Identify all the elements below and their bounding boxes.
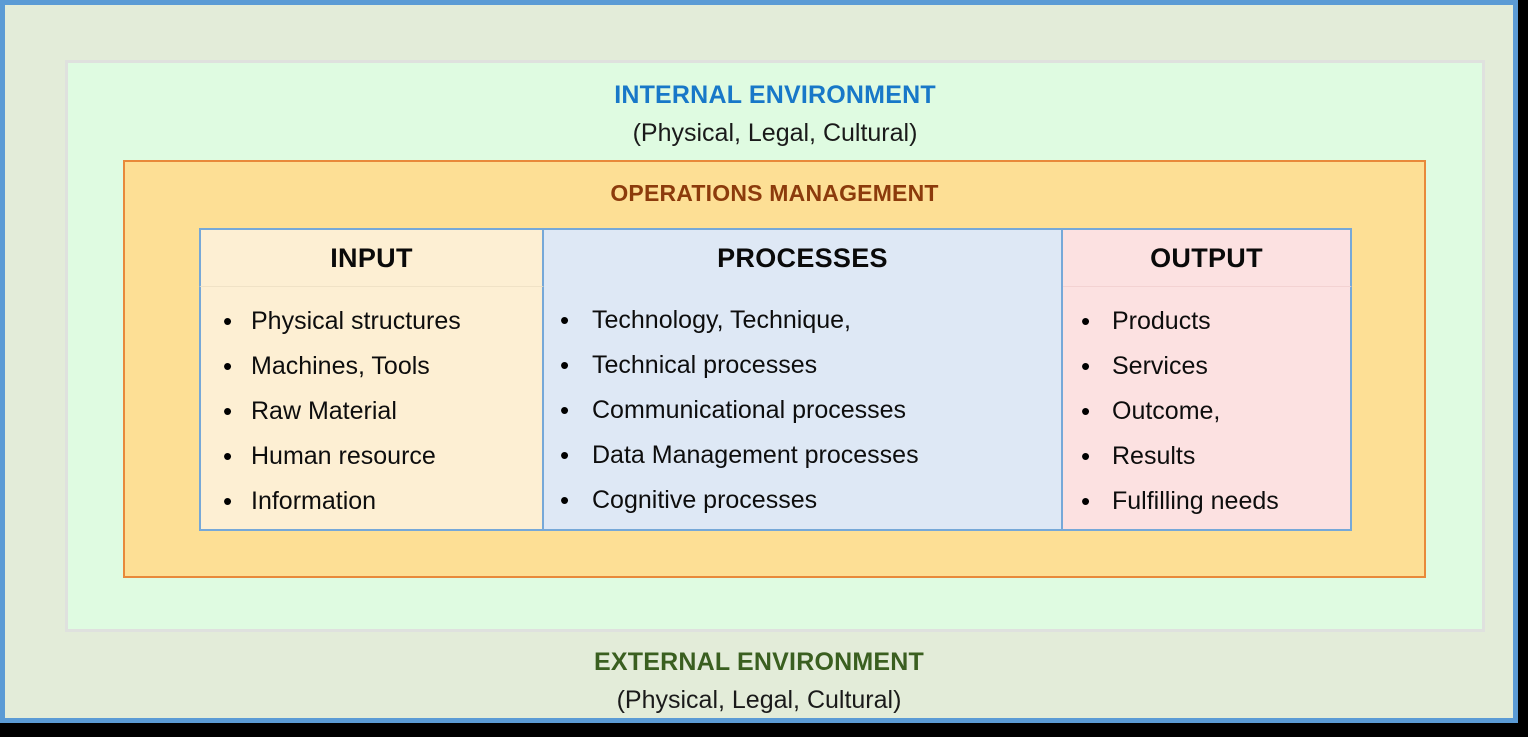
column-header-output: OUTPUT xyxy=(1063,228,1352,286)
column-body-processes: Technology, Technique, Technical process… xyxy=(544,286,1063,531)
column-header-input: INPUT xyxy=(199,228,544,286)
list-item: Outcome, xyxy=(1063,389,1350,434)
output-list: Products Services Outcome, Results Fulfi… xyxy=(1063,299,1350,524)
operations-management-box: OPERATIONS MANAGEMENT INPUT Physical str… xyxy=(123,160,1426,578)
external-environment-title: EXTERNAL ENVIRONMENT xyxy=(594,648,924,676)
list-item: Cognitive processes xyxy=(544,478,1061,523)
column-input: INPUT Physical structures Machines, Tool… xyxy=(199,228,544,531)
external-environment-subtitle: (Physical, Legal, Cultural) xyxy=(616,685,902,714)
internal-environment-title: INTERNAL ENVIRONMENT xyxy=(614,81,936,109)
processes-list: Technology, Technique, Technical process… xyxy=(544,298,1061,523)
column-header-processes: PROCESSES xyxy=(544,228,1063,286)
external-environment-footer: EXTERNAL ENVIRONMENT (Physical, Legal, C… xyxy=(5,639,1513,714)
list-item: Technical processes xyxy=(544,343,1061,388)
list-item: Services xyxy=(1063,344,1350,389)
external-environment-frame: INTERNAL ENVIRONMENT (Physical, Legal, C… xyxy=(0,0,1518,723)
input-process-output-table: INPUT Physical structures Machines, Tool… xyxy=(199,228,1352,531)
list-item: Communicational processes xyxy=(544,388,1061,433)
list-item: Human resource xyxy=(201,434,542,479)
input-list: Physical structures Machines, Tools Raw … xyxy=(201,299,542,524)
internal-environment-header: INTERNAL ENVIRONMENT (Physical, Legal, C… xyxy=(68,63,1482,147)
column-body-output: Products Services Outcome, Results Fulfi… xyxy=(1063,286,1352,531)
list-item: Machines, Tools xyxy=(201,344,542,389)
list-item: Raw Material xyxy=(201,389,542,434)
operations-management-title: OPERATIONS MANAGEMENT xyxy=(610,180,939,206)
internal-environment-box: INTERNAL ENVIRONMENT (Physical, Legal, C… xyxy=(65,60,1485,632)
column-body-input: Physical structures Machines, Tools Raw … xyxy=(199,286,544,531)
column-output: OUTPUT Products Services Outcome, Result… xyxy=(1063,228,1352,531)
list-item: Fulfilling needs xyxy=(1063,479,1350,524)
list-item: Information xyxy=(201,479,542,524)
list-item: Data Management processes xyxy=(544,433,1061,478)
column-processes: PROCESSES Technology, Technique, Technic… xyxy=(544,228,1063,531)
list-item: Products xyxy=(1063,299,1350,344)
internal-environment-subtitle: (Physical, Legal, Cultural) xyxy=(632,118,918,147)
list-item: Results xyxy=(1063,434,1350,479)
list-item: Physical structures xyxy=(201,299,542,344)
list-item: Technology, Technique, xyxy=(544,298,1061,343)
